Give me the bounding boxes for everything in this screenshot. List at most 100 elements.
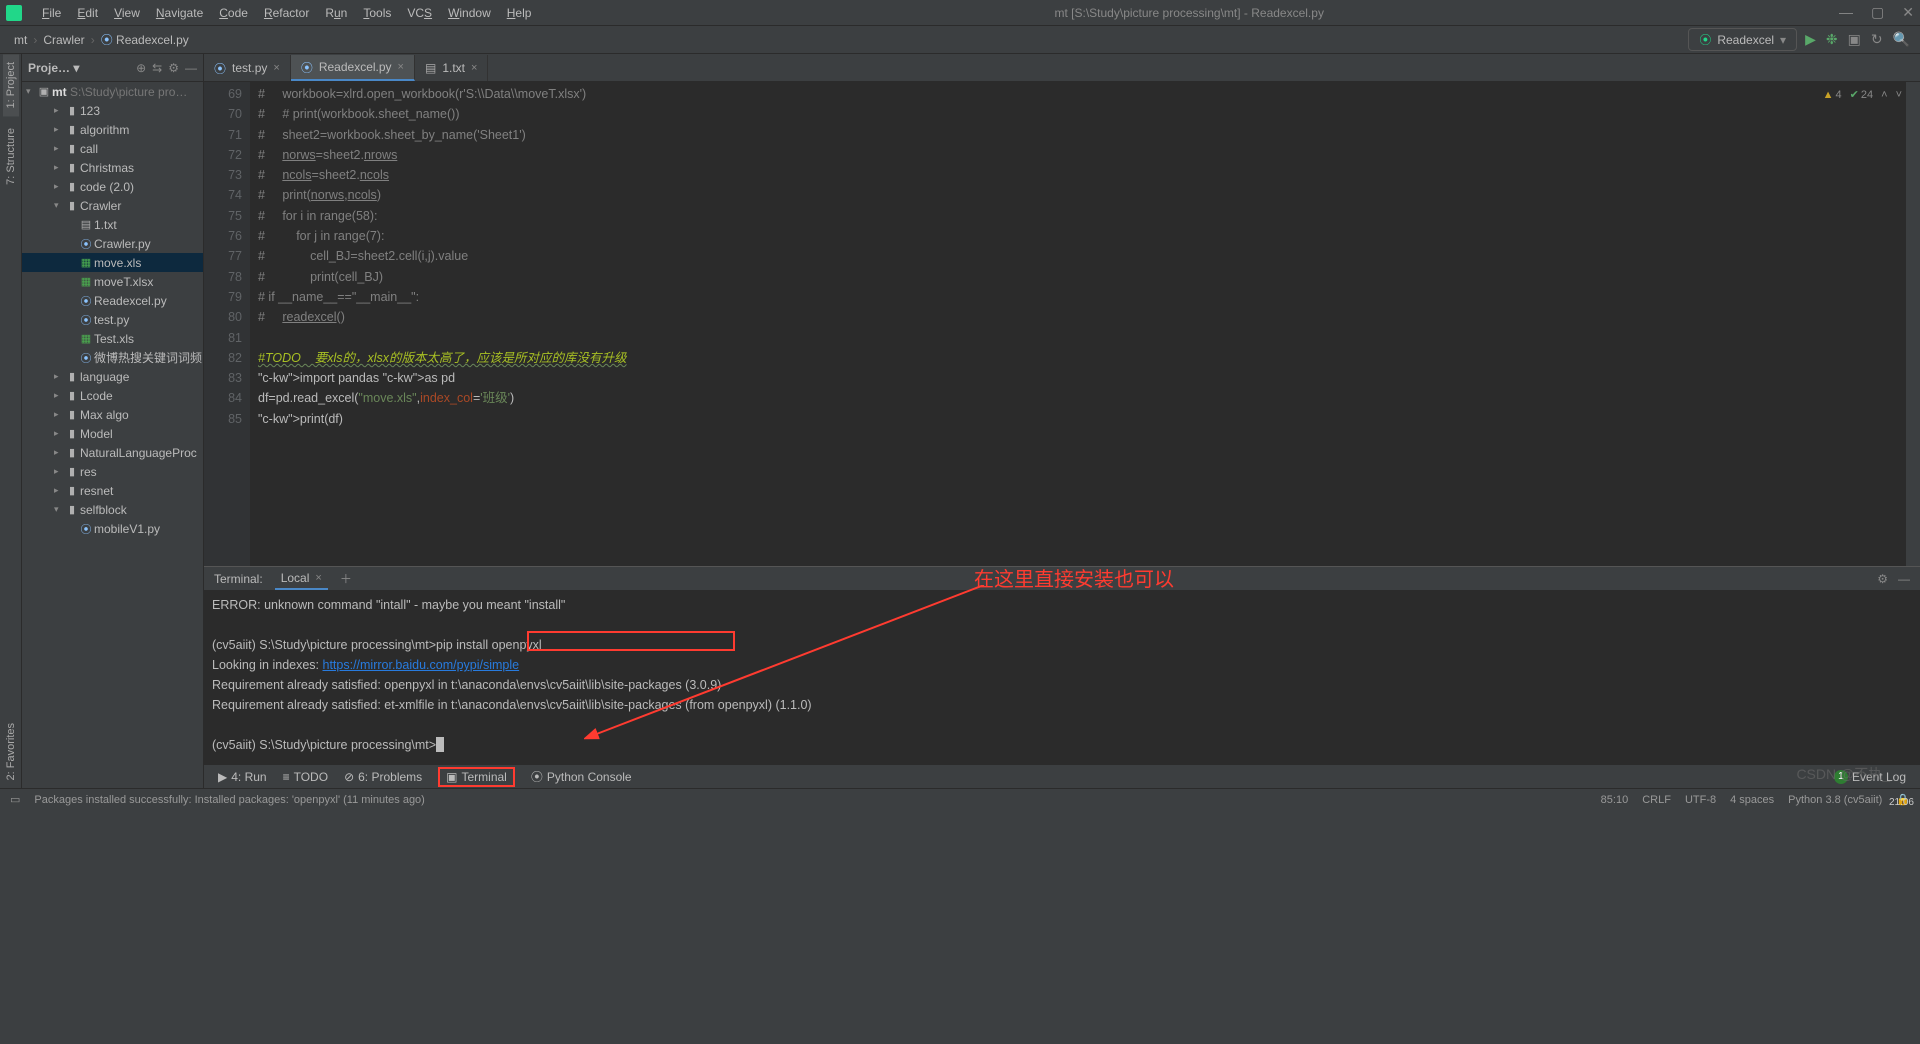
indent-settings[interactable]: 4 spaces [1730,794,1774,806]
python-interpreter[interactable]: Python 3.8 (cv5aiit) [1788,794,1882,806]
status-bar: ▭ Packages installed successfully: Insta… [0,788,1920,810]
maximize-button[interactable]: ▢ [1871,4,1884,21]
tree-item[interactable]: ▸▮res [22,462,203,481]
tree-item[interactable]: ⦿mobileV1.py [22,519,203,538]
tree-item[interactable]: ▸▮algorithm [22,120,203,139]
toolwin-structure-tab[interactable]: 7: Structure [3,120,19,193]
navigation-bar: mt › Crawler › ⦿ Readexcel.py ⦿ Readexce… [0,26,1920,54]
chevron-up-icon[interactable]: ˄ [1881,89,1887,101]
editor-tabs: ⦿test.py×⦿Readexcel.py×▤1.txt× [204,54,1920,82]
tree-item[interactable]: ▸▮call [22,139,203,158]
close-icon[interactable]: × [273,62,279,74]
menu-tools[interactable]: Tools [355,6,399,20]
tree-item[interactable]: ▸▮Model [22,424,203,443]
tree-item[interactable]: ▾▮selfblock [22,500,203,519]
editor-tab[interactable]: ▤1.txt× [415,55,488,81]
annotation-text: 在这里直接安装也可以 [974,563,1174,592]
menu-help[interactable]: Help [499,6,540,20]
menu-code[interactable]: Code [211,6,256,20]
menu-bar: File Edit View Navigate Code Refactor Ru… [0,0,1920,26]
toolwin-project-tab[interactable]: 1: Project [3,54,19,116]
chevron-down-icon[interactable]: ˅ [1896,89,1902,101]
menu-navigate[interactable]: Navigate [148,6,211,20]
menu-vcs[interactable]: VCS [399,6,440,20]
tree-item[interactable]: ▸▮Lcode [22,386,203,405]
toolwin-favorites-tab[interactable]: 2: Favorites [3,715,19,788]
editor-area: ⦿test.py×⦿Readexcel.py×▤1.txt× 697071727… [204,54,1920,788]
tree-item[interactable]: ▾▣mt S:\Study\picture pro… [22,82,203,101]
taskbar-clock: 21:06 [1889,797,1914,808]
attach-button[interactable]: ↻ [1871,31,1883,48]
run-config-label: Readexcel [1717,33,1774,47]
menu-file[interactable]: File [34,6,69,20]
tree-item[interactable]: ▸▮code (2.0) [22,177,203,196]
tree-item[interactable]: ⦿微博热搜关键词词频 [22,348,203,367]
editor-tab[interactable]: ⦿test.py× [204,55,291,81]
project-sidebar: Proje… ▾ ⊕ ⇆ ⚙ — ▾▣mt S:\Study\picture p… [22,54,204,788]
hide-button[interactable]: — [1898,572,1910,586]
expand-all-icon[interactable]: ⇆ [152,61,162,75]
sidebar-title: Proje… ▾ [28,61,130,75]
tree-item[interactable]: ▸▮123 [22,101,203,120]
menu-view[interactable]: View [106,6,148,20]
minimize-button[interactable]: — [1839,4,1853,21]
menu-window[interactable]: Window [440,6,499,20]
menu-refactor[interactable]: Refactor [256,6,317,20]
warnings-count: 4 [1823,89,1842,101]
tree-item[interactable]: ⦿Readexcel.py [22,291,203,310]
ok-count: 24 [1850,88,1873,101]
tree-item[interactable]: ⦿test.py [22,310,203,329]
run-config-selector[interactable]: ⦿ Readexcel ▾ [1688,28,1797,51]
tree-item[interactable]: ▸▮resnet [22,481,203,500]
breadcrumb[interactable]: ⦿ Readexcel.py [97,31,193,48]
close-icon[interactable]: × [398,61,404,73]
link[interactable]: https://mirror.baidu.com/pypi/simple [323,658,520,672]
breadcrumb[interactable]: Crawler [39,33,88,47]
menu-edit[interactable]: Edit [69,6,106,20]
terminal-tab-local[interactable]: Local × [275,568,328,590]
new-terminal-button[interactable]: ＋ [340,570,352,587]
run-with-coverage-button[interactable]: ▣ [1848,31,1861,48]
toolwin-run-tab[interactable]: ▶ 4: Run [218,770,267,784]
toolwin-pyconsole-tab[interactable]: ⦿ Python Console [531,768,632,785]
tree-item[interactable]: ▦Test.xls [22,329,203,348]
close-icon[interactable]: × [315,572,321,584]
run-button[interactable]: ▶ [1805,31,1816,48]
breadcrumb[interactable]: mt [10,33,31,47]
python-icon: ⦿ [1699,31,1711,48]
inspection-widget[interactable]: 4 24 ˄ ˅ [1823,88,1902,101]
tree-item[interactable]: ▾▮Crawler [22,196,203,215]
event-log-button[interactable]: 1 Event Log [1834,770,1906,784]
toolwin-todo-tab[interactable]: ≡ TODO [283,770,328,784]
gear-icon[interactable]: ⚙ [168,61,179,75]
hide-button[interactable]: — [185,61,197,75]
terminal-output[interactable]: ERROR: unknown command "intall" - maybe … [204,591,1920,764]
line-separator[interactable]: CRLF [1642,794,1671,806]
menu-run[interactable]: Run [317,6,355,20]
file-encoding[interactable]: UTF-8 [1685,794,1716,806]
bottom-tool-stripe: ▶ 4: Run ≡ TODO ⊘ 6: Problems ▣ Terminal… [204,764,1920,788]
select-opened-file-icon[interactable]: ⊕ [136,61,146,75]
status-icon: ▭ [10,793,20,806]
editor-tab[interactable]: ⦿Readexcel.py× [291,55,415,81]
tree-item[interactable]: ▦move.xls [22,253,203,272]
search-everywhere-button[interactable]: 🔍 [1893,31,1910,48]
toolwin-problems-tab[interactable]: ⊘ 6: Problems [344,770,422,784]
editor-scrollbar[interactable] [1906,82,1920,566]
tree-item[interactable]: ⦿Crawler.py [22,234,203,253]
caret-position[interactable]: 85:10 [1601,794,1629,806]
debug-button[interactable]: ❉ [1826,31,1838,48]
toolwin-terminal-tab[interactable]: ▣ Terminal [438,767,515,787]
tree-item[interactable]: ▸▮NaturalLanguageProc [22,443,203,462]
close-window-button[interactable]: ✕ [1902,4,1914,21]
terminal-title: Terminal: [214,572,263,586]
close-icon[interactable]: × [471,62,477,74]
gear-icon[interactable]: ⚙ [1877,572,1888,586]
tree-item[interactable]: ▸▮Christmas [22,158,203,177]
code-editor[interactable]: # workbook=xlrd.open_workbook(r'S:\\Data… [250,82,1906,566]
tree-item[interactable]: ▤1.txt [22,215,203,234]
tree-item[interactable]: ▦moveT.xlsx [22,272,203,291]
terminal-panel: Terminal: Local × ＋ 在这里直接安装也可以 ⚙ — ERROR… [204,566,1920,764]
tree-item[interactable]: ▸▮Max algo [22,405,203,424]
tree-item[interactable]: ▸▮language [22,367,203,386]
